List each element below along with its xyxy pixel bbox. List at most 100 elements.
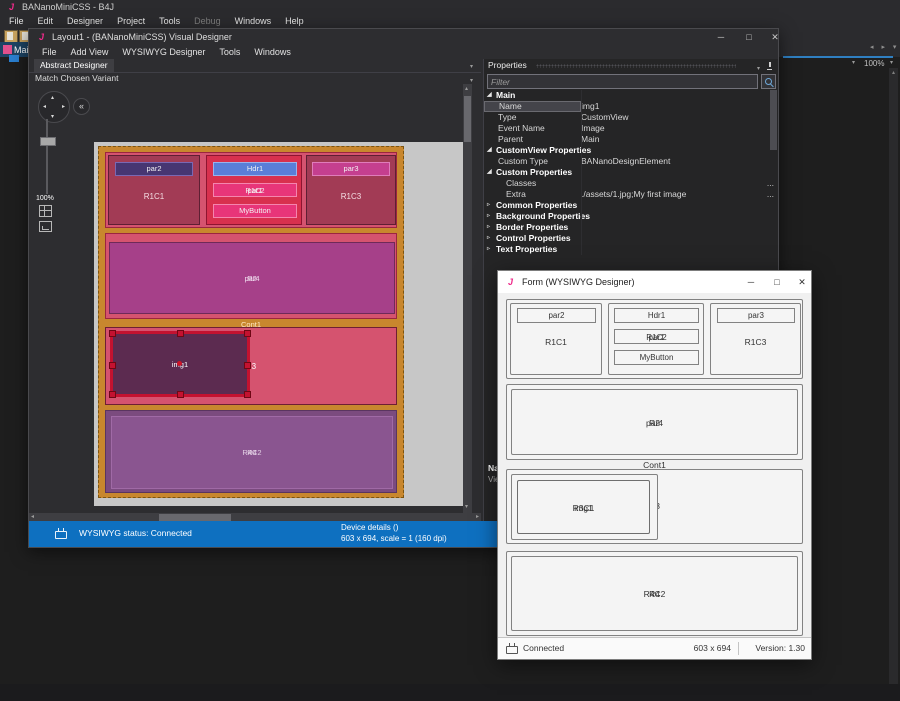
search-button[interactable] <box>761 74 776 89</box>
designer-menu-file[interactable]: File <box>35 46 64 59</box>
chevron-up-icon[interactable]: ▴ <box>889 69 898 76</box>
canvas-vertical-scrollbar[interactable]: ▴ ▾ <box>463 84 472 513</box>
menu-tools[interactable]: Tools <box>152 14 187 28</box>
section-common-properties[interactable]: ▹Common Properties <box>484 200 778 211</box>
scrollbar-thumb[interactable] <box>464 96 471 142</box>
resize-handle[interactable] <box>109 330 116 337</box>
prop-row-parent[interactable]: ParentMain▾ <box>484 134 778 145</box>
pan-up-icon[interactable]: ▴ <box>51 94 54 101</box>
close-button[interactable] <box>791 271 813 293</box>
abstract-root-container[interactable]: par2 R1C1 Hdr1 R1C2par1 MyButton par3 R1… <box>98 146 404 498</box>
menu-file[interactable]: File <box>2 14 31 28</box>
wysiwyg-view-par3[interactable]: par3 <box>717 308 795 323</box>
menu-edit[interactable]: Edit <box>31 14 61 28</box>
section-main[interactable]: ◢Main <box>484 90 778 101</box>
resize-handle[interactable] <box>177 330 184 337</box>
abstract-view-mybutton[interactable]: MyButton <box>213 204 297 218</box>
abstract-cell-r1c3[interactable]: par3 R1C3 <box>306 155 396 225</box>
maximize-button[interactable] <box>766 271 788 293</box>
abstract-view-par2[interactable]: par2 <box>115 162 193 176</box>
chevron-down-icon[interactable]: ▾ <box>890 59 893 66</box>
wysiwyg-view-r4c2[interactable]: R4C2R4 <box>511 556 798 631</box>
prop-row-custom-type[interactable]: Custom TypeBANanoDesignElement <box>484 156 778 167</box>
wysiwyg-row1[interactable]: par2 R1C1 Hdr1 R1C2par1 MyButton par3 R1… <box>506 299 803 379</box>
minimize-button[interactable] <box>740 271 762 293</box>
abstract-view-par4[interactable]: R2par4 <box>109 242 395 314</box>
resize-handle[interactable] <box>244 330 251 337</box>
prop-value[interactable]: Main <box>581 134 778 145</box>
properties-filter-input[interactable] <box>487 74 758 89</box>
menu-project[interactable]: Project <box>110 14 152 28</box>
prop-row-classes[interactable]: Classes <box>484 178 778 189</box>
prop-row-name[interactable]: Nameimg1 <box>484 101 778 112</box>
wysiwyg-row4[interactable]: R4C2R4 <box>506 551 803 636</box>
designer-title-bar[interactable]: J Layout1 - (BANanoMiniCSS) Visual Desig… <box>29 29 778 46</box>
wysiwyg-row2[interactable]: R2par4 <box>506 384 803 460</box>
prop-value[interactable]: BANanoDesignElement <box>581 156 778 167</box>
wysiwyg-row3[interactable]: R3 R3C1img1 <box>506 469 803 544</box>
section-border-properties[interactable]: ▹Border Properties <box>484 222 778 233</box>
wysiwyg-view-par4[interactable]: R2par4 <box>511 389 798 455</box>
resize-handle[interactable] <box>177 391 184 398</box>
ellipsis-button[interactable] <box>767 178 774 189</box>
designer-menu-wysiwyg[interactable]: WYSIWYG Designer <box>115 46 212 59</box>
section-background-properties[interactable]: ▹Background Properties <box>484 211 778 222</box>
designer-menu-tools[interactable]: Tools <box>212 46 247 59</box>
wysiwyg-cell-r1c2[interactable]: Hdr1 R1C2par1 MyButton <box>608 303 704 375</box>
section-custom-properties[interactable]: ◢Custom Properties <box>484 167 778 178</box>
device-preview-icon[interactable] <box>39 221 52 232</box>
section-control-properties[interactable]: ▹Control Properties <box>484 233 778 244</box>
prop-value[interactable]: ./assets/1.jpg;My first image <box>581 189 778 200</box>
editor-vertical-scrollbar[interactable]: ▴ <box>889 68 898 685</box>
prop-value[interactable] <box>581 178 778 189</box>
tab-abstract-designer[interactable]: Abstract Designer <box>34 59 114 72</box>
abstract-view-hdr1[interactable]: Hdr1 <box>213 162 297 176</box>
editor-nav-arrows[interactable]: ◂ ▸ ▾ <box>870 43 899 51</box>
pan-left-icon[interactable]: ◂ <box>43 103 46 110</box>
zoom-slider-thumb[interactable] <box>40 137 56 146</box>
section-customview-properties[interactable]: ◢CustomView Properties <box>484 145 778 156</box>
prop-value[interactable]: img1 <box>581 101 778 112</box>
pan-down-icon[interactable]: ▾ <box>51 113 54 120</box>
pan-right-icon[interactable]: ▸ <box>62 103 65 110</box>
abstract-cell-r1c1[interactable]: par2 R1C1 <box>108 155 200 225</box>
designer-menu-add-view[interactable]: Add View <box>64 46 116 59</box>
chevron-down-icon[interactable]: ▾ <box>470 63 473 70</box>
resize-handle[interactable] <box>109 362 116 369</box>
section-text-properties[interactable]: ▹Text Properties <box>484 244 778 255</box>
chevron-up-icon[interactable]: ▴ <box>465 85 468 94</box>
pin-icon[interactable] <box>766 62 773 70</box>
designer-menu-windows[interactable]: Windows <box>247 46 298 59</box>
close-button[interactable] <box>764 29 786 46</box>
editor-zoom-value[interactable]: 100% <box>864 59 884 68</box>
properties-panel-header[interactable]: Properties ▾ <box>484 59 778 72</box>
menu-help[interactable]: Help <box>278 14 311 28</box>
minimize-button[interactable] <box>710 29 732 46</box>
menu-windows[interactable]: Windows <box>228 14 279 28</box>
abstract-row3[interactable]: R3 img1 <box>105 327 397 405</box>
zoom-slider[interactable] <box>46 119 48 194</box>
wysiwyg-view-img1[interactable]: R3C1img1 <box>517 480 650 534</box>
abstract-row4[interactable]: R4C2R4 <box>105 410 397 493</box>
abstract-cell-r1c2[interactable]: Hdr1 R1C2par1 MyButton <box>206 155 302 225</box>
resize-handle[interactable] <box>109 391 116 398</box>
wysiwyg-view-par2[interactable]: par2 <box>517 308 596 323</box>
wysiwyg-view-hdr1[interactable]: Hdr1 <box>614 308 699 323</box>
ellipsis-button[interactable] <box>767 189 774 200</box>
wysiwyg-title-bar[interactable]: J Form (WYSIWYG Designer) <box>498 271 811 293</box>
prop-value[interactable]: CustomView <box>581 112 778 123</box>
scrollbar-thumb[interactable] <box>159 514 231 521</box>
resize-handle[interactable] <box>244 391 251 398</box>
prop-value[interactable]: Image <box>581 123 778 134</box>
abstract-view-r4c2[interactable]: R4C2R4 <box>111 416 393 489</box>
wysiwyg-view-par1[interactable]: R1C2par1 <box>614 329 699 344</box>
maximize-button[interactable] <box>738 29 760 46</box>
abstract-view-par1[interactable]: R1C2par1 <box>213 183 297 197</box>
wysiwyg-cell-r1c1[interactable]: par2 R1C1 <box>510 303 602 375</box>
grid-toggle-icon[interactable] <box>39 205 52 217</box>
wysiwyg-cell-r3c1[interactable]: R3C1img1 <box>511 474 658 540</box>
abstract-view-par3[interactable]: par3 <box>312 162 390 176</box>
prop-row-type[interactable]: TypeCustomView <box>484 112 778 123</box>
wysiwyg-view-mybutton[interactable]: MyButton <box>614 350 699 365</box>
chevron-down-icon[interactable]: ▾ <box>465 503 468 512</box>
